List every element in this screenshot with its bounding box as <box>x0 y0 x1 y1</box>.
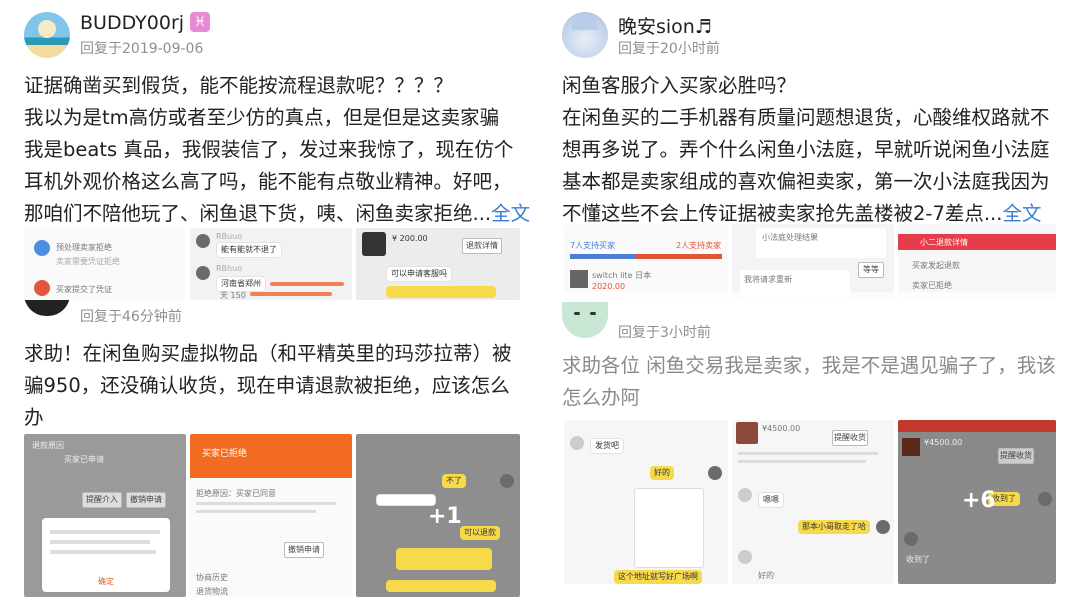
reply-time: 回复于46分钟前 <box>80 309 182 325</box>
post-line: 想再多说了。弄个什么闲鱼小法庭，早就听说闲鱼小法庭 <box>562 138 1050 161</box>
thumb-text: 买家已申请 <box>64 455 104 464</box>
more-images-count[interactable]: +6 <box>962 488 996 513</box>
thumb-chip: 等等 <box>858 262 884 278</box>
post-body: 求助！在闲鱼购买虚拟物品（和平精英里的玛莎拉蒂）被 骗950，还没确认收货，现在… <box>24 338 534 434</box>
thumb-text: 我将请求重新 <box>744 275 792 284</box>
post-line: 不懂这些不会上传证据被卖家抢先盖楼被2-7差点... <box>562 202 1003 225</box>
thumb-text: 买家发起退款 <box>912 261 960 270</box>
confirm-text: 确定 <box>98 577 114 586</box>
post-line: 怎么办阿 <box>562 386 641 409</box>
remind-receive-button: 提醒收货 <box>832 430 868 446</box>
post-line: 我是beats 真品，我假装信了，发过来我惊了，现在仿个 <box>24 138 514 161</box>
post-line: 我以为是tm高仿或者至少仿的真点，但是但是这卖家骗 <box>24 106 500 129</box>
post-line: 证据确凿买到假货，能不能按流程退款呢？？？？ <box>24 74 454 97</box>
post-3: 晚安sion♬ 回复于20小时前 闲鱼客服介入买家必胜吗？ 在闲鱼买的二手机器有… <box>540 0 1080 310</box>
screenshot-thumbnail[interactable]: 小二退款详情 买家发起退款 卖家已拒绝 <box>898 224 1056 300</box>
thumb-text: 拒绝原因：买家已同意 <box>196 489 276 498</box>
thumb-text: 协商历史 <box>196 573 228 582</box>
avatar[interactable] <box>24 12 70 58</box>
reply-time: 回复于2019-09-06 <box>80 41 204 57</box>
avatar[interactable] <box>562 12 608 58</box>
thumb-text: 买家提交了凭证 <box>56 285 112 294</box>
reply-time: 回复于20小时前 <box>618 41 720 57</box>
thumb-bubble: 那本小哥取走了哈 <box>798 520 870 534</box>
refund-detail-button: 退款详情 <box>462 238 502 254</box>
more-images-count[interactable]: +1 <box>428 504 462 529</box>
price-text: ¥4500.00 <box>924 438 963 447</box>
post-2: 回复于46分钟前 求助！在闲鱼购买虚拟物品（和平精英里的玛莎拉蒂）被 骗950，… <box>0 300 540 607</box>
thumb-bubble: 可以申请客服吗 <box>386 266 452 282</box>
post-line: 耳机外观价格这么高了吗，能不能有点敬业精神。好吧， <box>24 170 512 193</box>
avatar[interactable] <box>562 302 608 338</box>
price-text: ¥4500.00 <box>762 424 801 433</box>
screenshot-thumbnail[interactable]: 7人支持买家 2人支持卖家 switch lite 日本 2020.00 <box>564 224 728 300</box>
thumb-text: 7人支持买家 <box>570 241 616 250</box>
thumb-text: 2020.00 <box>592 282 626 291</box>
post-line: 闲鱼客服介入买家必胜吗？ <box>562 74 797 97</box>
post-body: 闲鱼客服介入买家必胜吗？ 在闲鱼买的二手机器有质量问题想退货，心酸维权路就不 想… <box>562 70 1077 230</box>
screenshot-thumbnail[interactable]: 发货吧 好的 这个地址就写好广场啊 <box>564 420 728 584</box>
thumb-chip: 撤销申请 <box>126 492 166 508</box>
pisces-icon: ♓ <box>190 12 210 32</box>
reply-time: 回复于3小时前 <box>618 325 711 341</box>
screenshot-thumbnail[interactable]: ¥4500.00 提醒收货 收到了 +6 收到了 <box>898 420 1056 584</box>
thumb-text: 2人支持卖家 <box>676 241 722 250</box>
post-body: 证据确凿买到假货，能不能按流程退款呢？？？？ 我以为是tm高仿或者至少仿的真点，… <box>24 70 534 230</box>
thumb-bubble: 好的 <box>650 466 674 480</box>
username[interactable]: BUDDY00rj <box>80 12 184 34</box>
thumb-text: 收到了 <box>906 555 930 564</box>
post-4: 回复于3小时前 求助各位 闲鱼交易我是卖家，我是不是遇见骗子了，我该 怎么办阿 … <box>540 300 1080 607</box>
post-line: 求助各位 闲鱼交易我是卖家，我是不是遇见骗子了，我该 <box>562 354 1056 377</box>
screenshot-thumbnail[interactable]: 小法庭处理结果 等等 我将请求重新 <box>732 224 894 300</box>
avatar[interactable] <box>24 300 70 316</box>
thumb-text: 小法庭处理结果 <box>762 233 818 242</box>
username[interactable]: 晚安sion♬ <box>618 12 712 39</box>
full-text-link[interactable]: 全文 <box>491 202 530 225</box>
thumb-bubble: 发货吧 <box>590 438 624 454</box>
thumb-text: RBhuo <box>216 264 243 273</box>
post-body: 求助各位 闲鱼交易我是卖家，我是不是遇见骗子了，我该 怎么办阿 <box>562 350 1077 414</box>
price-text: ¥ 200.00 <box>392 234 428 243</box>
thumb-bubble: 不了 <box>442 474 466 488</box>
thumb-text: 卖家已拒绝 <box>912 281 952 290</box>
post-line: 在闲鱼买的二手机器有质量问题想退货，心酸维权路就不 <box>562 106 1050 129</box>
screenshot-thumbnail[interactable]: ¥4500.00 提醒收货 嗯嗯 那本小哥取走了哈 好的 <box>732 420 894 584</box>
thumb-text: 卖家需要凭证拒绝 <box>56 257 120 266</box>
thumb-text: 天 150 <box>220 291 246 300</box>
thumb-text: switch lite 日本 <box>592 271 652 280</box>
post-line: 骗950，还没确认收货，现在申请退款被拒绝，应该怎么 <box>24 374 510 397</box>
thumb-header: 小二退款详情 <box>920 238 968 247</box>
screenshot-thumbnail[interactable]: ¥ 200.00 退款详情 可以申请客服吗 <box>356 228 520 300</box>
thumb-bubble: 这个地址就写好广场啊 <box>614 570 702 584</box>
post-1: BUDDY00rj ♓ 回复于2019-09-06 证据确凿买到假货，能不能按流… <box>0 0 540 300</box>
thumb-bubble: 能有能就不退了 <box>216 242 282 258</box>
post-line: 基本都是卖家组成的喜欢偏袒卖家，第一次小法庭我因为 <box>562 170 1050 193</box>
remind-receive-button: 提醒收货 <box>998 448 1034 464</box>
screenshot-thumbnail[interactable]: 买家已拒绝 拒绝原因：买家已同意 撤销申请 协商历史 退货物流 <box>190 434 352 597</box>
thumb-text: 退货物流 <box>196 587 228 596</box>
post-line: 办 <box>24 406 44 429</box>
screenshot-thumbnail[interactable]: 预处理卖家拒绝 卖家需要凭证拒绝 买家提交了凭证 <box>24 228 186 300</box>
screenshot-thumbnail[interactable]: 退款原因 买家已申请 提醒介入 撤销申请 确定 <box>24 434 186 597</box>
thumb-chip: 撤销申请 <box>284 542 324 558</box>
thumb-bubble: 可以退款 <box>460 526 500 540</box>
post-line: 求助！在闲鱼购买虚拟物品（和平精英里的玛莎拉蒂）被 <box>24 342 512 365</box>
thumb-text: 好的 <box>758 571 774 580</box>
thumb-chip: 提醒介入 <box>82 492 122 508</box>
thumb-text: 预处理卖家拒绝 <box>56 243 112 252</box>
screenshot-thumbnail[interactable]: RBuuo 能有能就不退了 RBhuo 河南省郑州 天 150 <box>190 228 352 300</box>
thumb-text: RBuuo <box>216 232 243 241</box>
post-line: 那咱们不陪他玩了、闲鱼退下货，咦、闲鱼卖家拒绝... <box>24 202 492 225</box>
thumb-header: 买家已拒绝 <box>202 449 248 459</box>
screenshot-thumbnail[interactable]: 不了 +1 可以退款 <box>356 434 520 597</box>
full-text-link[interactable]: 全文 <box>1002 202 1041 225</box>
thumb-text: 退款原因 <box>32 441 64 450</box>
thumb-bubble: 嗯嗯 <box>758 492 784 508</box>
